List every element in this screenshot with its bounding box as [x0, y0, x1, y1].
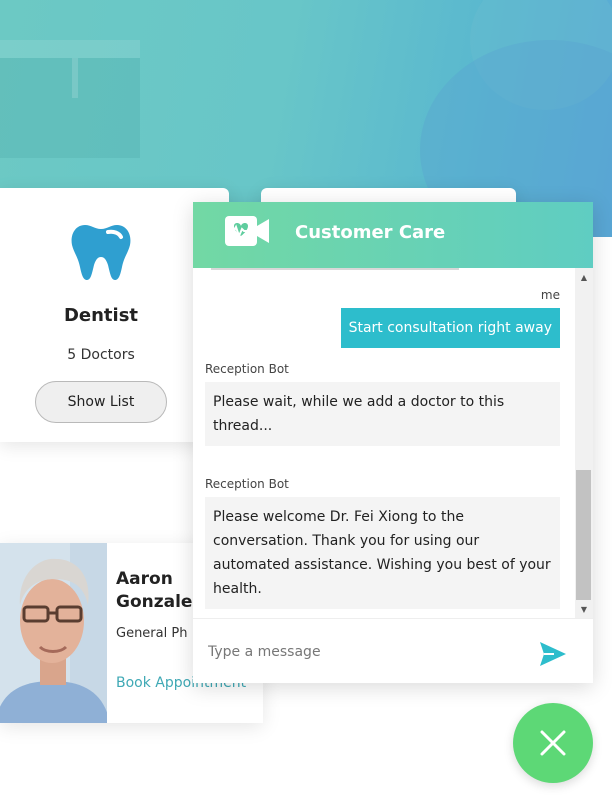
close-icon — [540, 730, 566, 756]
chat-widget: Customer Care me Start consultation righ… — [193, 202, 593, 683]
chat-title: Customer Care — [295, 222, 446, 243]
hero-post — [72, 58, 78, 98]
specialty-doctor-count: 5 Doctors — [67, 347, 135, 363]
message-bubble-received: Please welcome Dr. Fei Xiong to the conv… — [205, 497, 560, 609]
video-heartbeat-icon — [225, 216, 269, 246]
message-bubble-sent: Start consultation right away — [340, 308, 560, 348]
message-input[interactable] — [208, 639, 508, 665]
tooth-icon — [71, 225, 131, 280]
message-divider — [211, 268, 459, 270]
scroll-down-arrow[interactable]: ▼ — [575, 604, 593, 616]
message-sender-me: me — [540, 288, 560, 302]
hero-shelf — [0, 40, 140, 58]
chat-header: Customer Care — [193, 202, 593, 268]
scrollbar-thumb[interactable] — [576, 470, 591, 600]
show-list-button[interactable]: Show List — [35, 381, 167, 423]
message-bubble-received: Please wait, while we add a doctor to th… — [205, 382, 560, 446]
send-icon[interactable] — [538, 639, 568, 669]
hero-shelf-shadow — [0, 58, 140, 158]
message-sender-bot: Reception Bot — [205, 477, 289, 491]
chat-message-list[interactable]: me Start consultation right away Recepti… — [193, 268, 575, 618]
chat-input-bar — [193, 618, 593, 683]
specialty-title: Dentist — [63, 305, 139, 326]
doctor-photo — [0, 543, 107, 723]
close-chat-button[interactable] — [513, 703, 593, 783]
chat-scrollbar[interactable]: ▲ ▼ — [575, 268, 593, 618]
scroll-up-arrow[interactable]: ▲ — [575, 272, 593, 284]
message-sender-bot: Reception Bot — [205, 362, 289, 376]
